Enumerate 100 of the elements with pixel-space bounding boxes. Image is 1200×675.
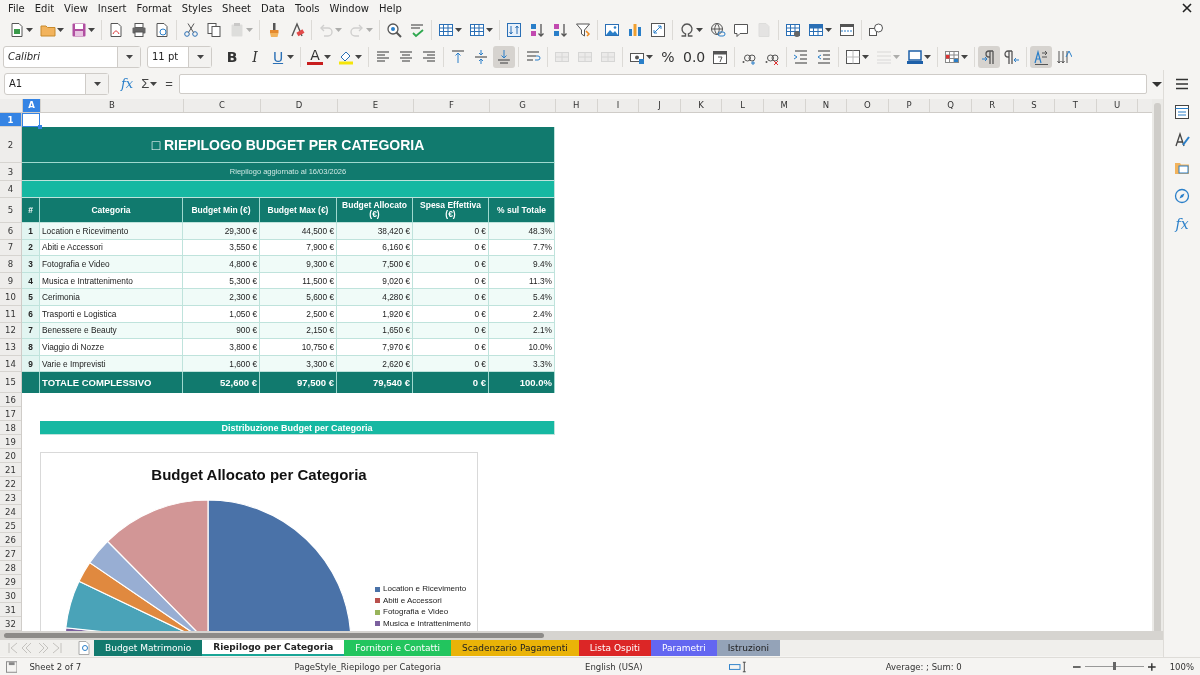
- row-header[interactable]: 27: [0, 547, 21, 562]
- font-size-field[interactable]: 11 pt: [147, 45, 212, 68]
- menu-item[interactable]: File: [3, 0, 30, 17]
- menu-item[interactable]: Sheet: [217, 0, 257, 17]
- font-color-button[interactable]: A: [304, 45, 334, 68]
- bold-button[interactable]: B: [221, 45, 243, 68]
- close-icon[interactable]: [1182, 3, 1192, 13]
- row-header[interactable]: 21: [0, 463, 21, 478]
- row-header[interactable]: 23: [0, 491, 21, 506]
- menu-item[interactable]: View: [59, 0, 93, 17]
- gallery-icon[interactable]: [1174, 160, 1190, 176]
- underline-button[interactable]: U: [267, 45, 297, 68]
- row-header[interactable]: 11: [0, 305, 21, 323]
- column-header[interactable]: G: [490, 99, 556, 112]
- column-header[interactable]: I: [597, 99, 640, 112]
- menu-item[interactable]: Window: [324, 0, 374, 17]
- column-header[interactable]: P: [888, 99, 931, 112]
- text-direction-right-icon[interactable]: [1030, 45, 1053, 68]
- row-header[interactable]: 19: [0, 435, 21, 450]
- left-to-right-icon[interactable]: [978, 45, 1001, 68]
- row-header[interactable]: 15: [0, 372, 21, 394]
- row-header[interactable]: 1: [0, 113, 21, 127]
- row-header[interactable]: 24: [0, 505, 21, 520]
- sum-button[interactable]: Σ: [139, 76, 160, 91]
- menu-item[interactable]: Format: [131, 0, 177, 17]
- menu-item[interactable]: Help: [374, 0, 407, 17]
- row-table-icon: [438, 22, 454, 38]
- column-header[interactable]: H: [556, 99, 598, 112]
- sheet-tab[interactable]: Lista Ospiti: [578, 640, 651, 656]
- column-header[interactable]: A: [23, 99, 41, 112]
- row-header[interactable]: 25: [0, 519, 21, 534]
- align-bottom-icon[interactable]: [493, 45, 515, 68]
- total-cell: 0 €: [413, 372, 489, 394]
- row-header[interactable]: 13: [0, 339, 21, 356]
- add-sheet-icon[interactable]: [78, 641, 90, 655]
- menu-icon[interactable]: [1174, 76, 1190, 92]
- navigator-icon[interactable]: [1174, 188, 1190, 204]
- row-header[interactable]: 20: [0, 449, 21, 464]
- menu-item[interactable]: Edit: [29, 0, 60, 17]
- column-header[interactable]: U: [1096, 99, 1139, 112]
- row-header[interactable]: 14: [0, 355, 21, 373]
- column-header[interactable]: K: [680, 99, 723, 112]
- column-header[interactable]: N: [805, 99, 848, 112]
- row-header[interactable]: 2: [0, 127, 21, 163]
- row-header[interactable]: 31: [0, 603, 21, 618]
- row-header[interactable]: 29: [0, 575, 21, 590]
- menu-item[interactable]: Data: [256, 0, 290, 17]
- row-header[interactable]: 7: [0, 239, 21, 257]
- properties-icon[interactable]: [1174, 104, 1190, 120]
- sheet-tab[interactable]: Budget Matrimonio: [94, 640, 203, 656]
- row-header[interactable]: 30: [0, 589, 21, 604]
- column-header[interactable]: L: [722, 99, 764, 112]
- sheet-tab[interactable]: Scadenzario Pagamenti: [451, 640, 579, 656]
- formula-button[interactable]: =: [163, 76, 175, 91]
- column-header[interactable]: T: [1055, 99, 1097, 112]
- row-header[interactable]: 6: [0, 223, 21, 240]
- menu-item[interactable]: Tools: [289, 0, 325, 17]
- menu-item[interactable]: Styles: [176, 0, 218, 17]
- row-header[interactable]: 17: [0, 407, 21, 422]
- formula-input-field[interactable]: [178, 73, 1147, 94]
- zoom-in-icon[interactable]: [1148, 662, 1156, 671]
- name-box[interactable]: A1: [4, 72, 109, 95]
- column-heading: Spesa Effettiva (€): [413, 198, 489, 223]
- sheet-tab[interactable]: Riepilogo per Categoria: [202, 640, 345, 656]
- row-header[interactable]: 10: [0, 289, 21, 306]
- font-name-field[interactable]: Calibri: [3, 45, 141, 68]
- column-header[interactable]: S: [1013, 99, 1056, 112]
- row-header[interactable]: 16: [0, 393, 21, 408]
- percent-format-button[interactable]: %: [657, 45, 679, 68]
- row-header[interactable]: 18: [0, 421, 21, 436]
- number-format-button[interactable]: 0.0: [680, 45, 709, 68]
- row-header[interactable]: 26: [0, 533, 21, 548]
- row-header[interactable]: 28: [0, 561, 21, 576]
- column-header[interactable]: B: [41, 99, 184, 112]
- column-header[interactable]: O: [847, 99, 889, 112]
- table-cell: 2,300 €: [183, 289, 260, 306]
- functions-button[interactable]: fx: [1175, 216, 1189, 232]
- row-header[interactable]: 5: [0, 198, 21, 223]
- row-header[interactable]: 4: [0, 181, 21, 198]
- column-header[interactable]: R: [971, 99, 1014, 112]
- function-wizard-button[interactable]: fx: [119, 76, 136, 91]
- row-header[interactable]: 8: [0, 256, 21, 273]
- borders-icon: [845, 48, 862, 65]
- column-header[interactable]: M: [763, 99, 806, 112]
- sheet-tab[interactable]: Istruzioni: [716, 640, 780, 656]
- column-header[interactable]: C: [184, 99, 261, 112]
- column-header[interactable]: F: [414, 99, 490, 112]
- row-header[interactable]: 12: [0, 322, 21, 340]
- row-header[interactable]: 3: [0, 163, 21, 181]
- row-header[interactable]: 9: [0, 272, 21, 290]
- italic-button[interactable]: I: [244, 45, 266, 68]
- column-header[interactable]: D: [261, 99, 338, 112]
- column-header[interactable]: E: [338, 99, 414, 112]
- menu-item[interactable]: Insert: [92, 0, 132, 17]
- row-header[interactable]: 22: [0, 477, 21, 492]
- column-header[interactable]: Q: [930, 99, 972, 112]
- vertical-scrollbar[interactable]: [1152, 99, 1163, 631]
- styles-icon[interactable]: [1174, 132, 1190, 148]
- sheet-tab[interactable]: Parametri: [650, 640, 717, 656]
- column-header[interactable]: J: [639, 99, 681, 112]
